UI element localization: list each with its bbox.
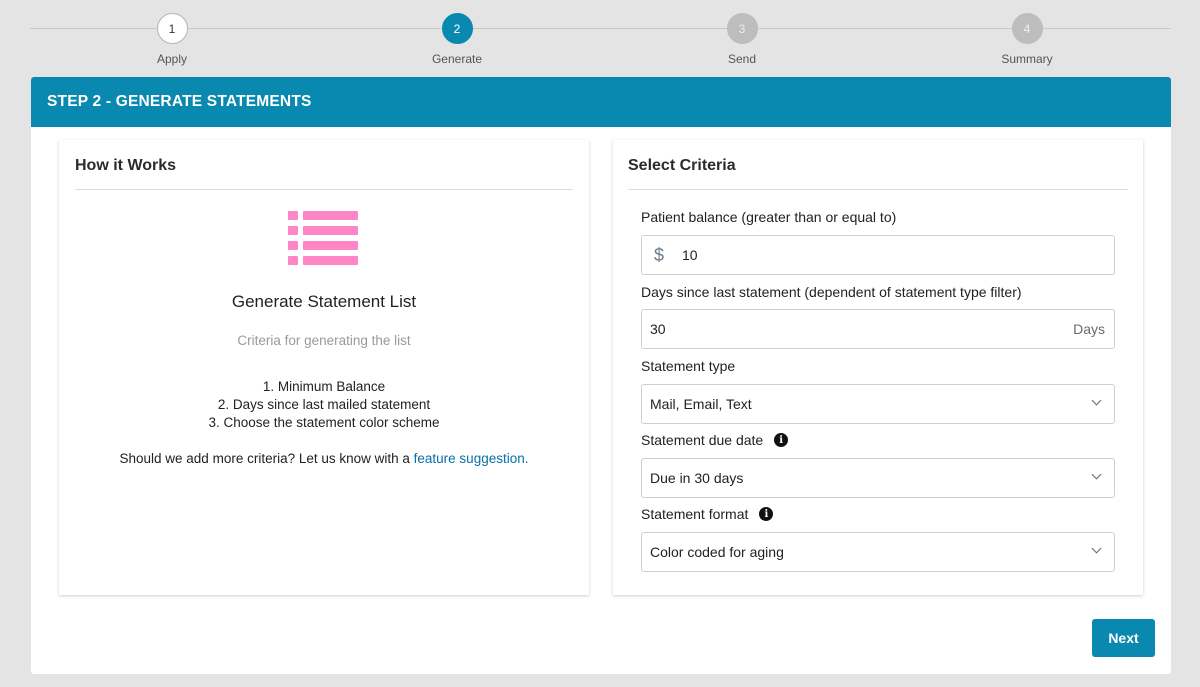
feature-suggestion-link[interactable]: feature suggestion. [414, 451, 529, 466]
format-value: Color coded for aging [650, 544, 784, 560]
list-item: 2. Days since last mailed statement [217, 397, 431, 412]
step-generate[interactable]: 2 Generate [397, 13, 517, 66]
criteria-steps-list: 1. Minimum Balance 2. Days since last ma… [59, 378, 589, 432]
due-date-label: Statement due date i [641, 432, 789, 448]
dollar-icon: $ [654, 244, 665, 265]
balance-label: Patient balance (greater than or equal t… [641, 209, 896, 225]
panel-title: How it Works [75, 157, 177, 174]
balance-input[interactable]: $ 10 [641, 235, 1115, 275]
step-number: 1 [156, 13, 188, 44]
due-date-select[interactable]: Due in 30 days [641, 458, 1115, 498]
balance-value: 10 [682, 247, 698, 263]
step-label: Generate [431, 52, 483, 66]
days-input[interactable]: 30 Days [641, 309, 1115, 349]
select-criteria-panel: Select Criteria Patient balance (greater… [613, 140, 1143, 595]
progress-stepper: 1 Apply 2 Generate 3 Send 4 Summary [30, 0, 1171, 77]
due-date-label-text: Statement due date [641, 432, 764, 448]
step-summary: 4 Summary [967, 13, 1087, 66]
chevron-down-icon [1091, 469, 1102, 480]
days-suffix: Days [1073, 321, 1105, 337]
statement-type-label-text: Statement type [641, 358, 736, 374]
step-number: 4 [1011, 13, 1043, 44]
due-date-value: Due in 30 days [650, 470, 744, 486]
format-label: Statement format i [641, 506, 774, 522]
list-item: 1. Minimum Balance [262, 379, 386, 394]
step-number: 3 [726, 13, 758, 44]
format-select[interactable]: Color coded for aging [641, 532, 1115, 572]
suggestion-prefix: Should we add more criteria? Let us know… [119, 451, 414, 466]
divider [75, 189, 573, 190]
balance-label-text: Patient balance (greater than or equal t… [641, 209, 897, 225]
statement-type-select[interactable]: Mail, Email, Text [641, 384, 1115, 424]
statement-type-value: Mail, Email, Text [650, 396, 752, 412]
page-title: STEP 2 - GENERATE STATEMENTS [31, 77, 1171, 127]
step-number: 2 [441, 13, 473, 44]
how-it-works-panel: How it Works Generate Statement List Cri… [59, 140, 589, 595]
generate-heading: Generate Statement List [231, 292, 417, 311]
step-label: Summary [1001, 52, 1053, 66]
info-icon[interactable]: i [759, 507, 774, 521]
days-label: Days since last statement (dependent of … [641, 284, 1022, 300]
list-item: 3. Choose the statement color scheme [208, 415, 440, 430]
list-icon [288, 211, 360, 267]
chevron-down-icon [1091, 543, 1102, 554]
panel-title: Select Criteria [628, 157, 736, 174]
divider [628, 189, 1128, 190]
info-icon[interactable]: i [774, 433, 789, 447]
chevron-down-icon [1091, 395, 1102, 406]
step-apply[interactable]: 1 Apply [112, 13, 232, 66]
format-label-text: Statement format [641, 506, 749, 522]
days-label-text: Days since last statement (dependent of … [641, 284, 1022, 300]
step-label: Apply [156, 52, 188, 66]
generate-statements-card: STEP 2 - GENERATE STATEMENTS How it Work… [31, 77, 1171, 674]
generate-subtitle: Criteria for generating the list [237, 333, 411, 348]
days-value: 30 [650, 321, 666, 337]
statement-type-label: Statement type [641, 358, 735, 374]
suggestion-text: Should we add more criteria? Let us know… [59, 451, 589, 466]
step-label: Send [727, 52, 757, 66]
step-send: 3 Send [682, 13, 802, 66]
next-button[interactable]: Next [1092, 619, 1155, 657]
